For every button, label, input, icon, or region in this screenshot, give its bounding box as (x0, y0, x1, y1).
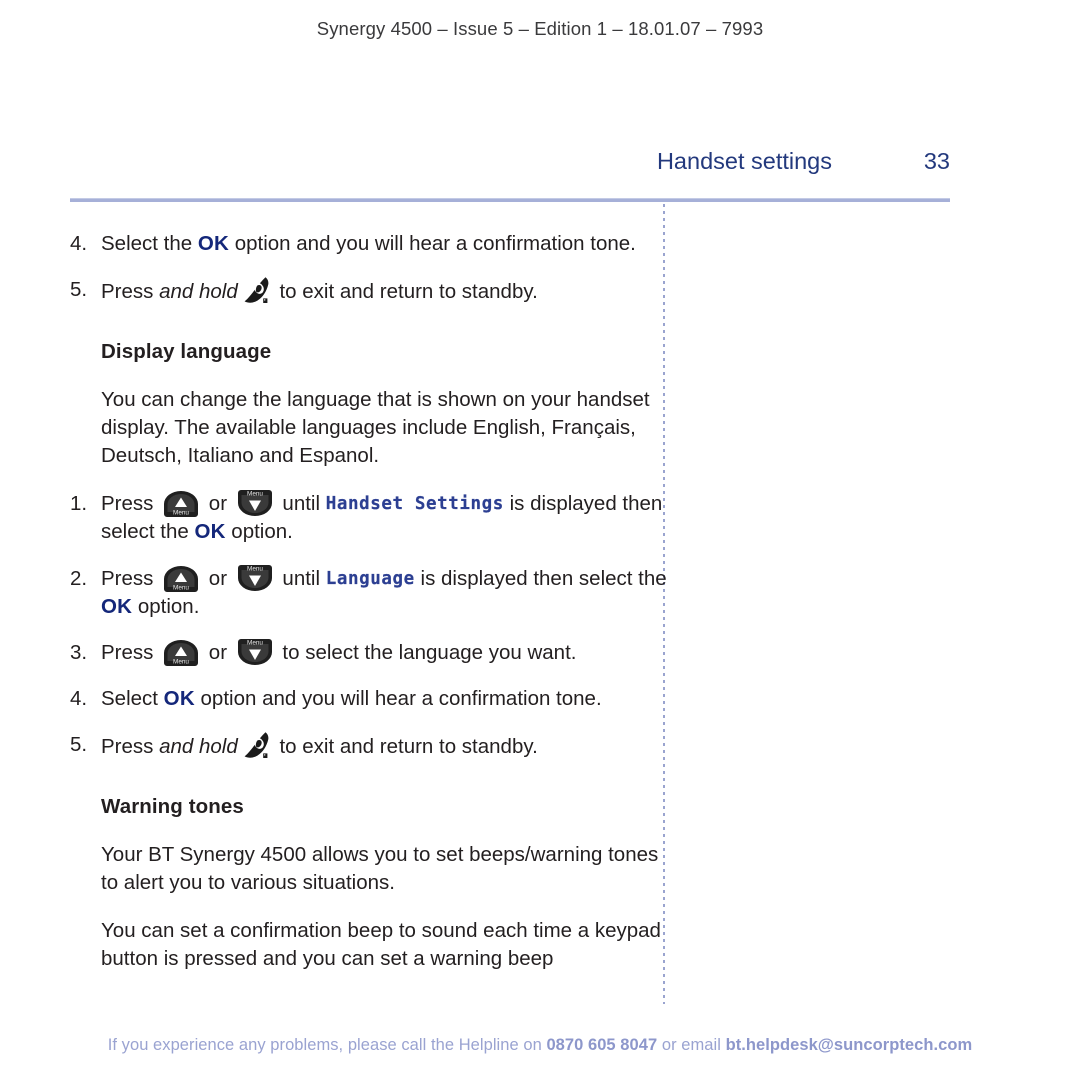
svg-text:Menu: Menu (173, 510, 189, 517)
list-item-number: 4. (70, 686, 88, 710)
footer-helpline-number: 0870 605 8047 (546, 1036, 658, 1054)
list-item-text: or (203, 640, 233, 664)
list-item-text: Press (101, 280, 160, 304)
ok-option-label: OK (194, 520, 226, 544)
list-item-text-tail: option and you will hear a confirmation … (229, 232, 636, 255)
list-item-text: or (203, 566, 233, 590)
ok-option-label: OK (101, 594, 133, 618)
list-item-text: until (276, 566, 326, 590)
list-item: 2. Press Menu or Menu until Language is d… (70, 564, 670, 621)
menu-up-key-icon: Menu (161, 490, 201, 518)
footer-text-mid: or email (657, 1036, 726, 1054)
list-item-text-tail: to exit and return to standby. (273, 280, 538, 304)
svg-text:Menu: Menu (173, 658, 189, 665)
list-item: 1. Press Menu or Menu until Handset Setti… (70, 490, 670, 546)
list-item-text: Press (101, 734, 160, 758)
lcd-display-text: Handset Settings (325, 494, 504, 515)
list-item: 5. Press and hold to exit and return to s… (70, 276, 670, 306)
list-item-text-tail: to select the language you want. (276, 640, 577, 664)
and-hold-emphasis: and hold (159, 280, 238, 304)
page-title: Handset settings (656, 148, 832, 174)
svg-text:Menu: Menu (247, 639, 263, 646)
hangup-key-icon (243, 276, 271, 306)
section-header-row: Handset settings 33 (70, 148, 950, 182)
list-item-text-tail: option. (132, 594, 200, 618)
list-item: 3. Press Menu or Menu to select the langu… (70, 638, 670, 667)
ok-option-label: OK (163, 686, 195, 710)
paragraph-warning-tones-2: You can set a confirmation beep to sound… (101, 919, 661, 971)
svg-text:Menu: Menu (173, 584, 189, 591)
section-heading-display-language: Display language (101, 340, 272, 364)
list-item-text-tail: to exit and return to standby. (273, 734, 538, 758)
list-item-number: 1. (70, 492, 88, 516)
list-item-text: Press (101, 640, 160, 664)
list-item: 4. Select the OK option and you will hear… (70, 230, 670, 258)
list-item-text: Select (101, 686, 164, 710)
list-item-number: 3. (70, 640, 88, 664)
list-item-text: Select the (101, 232, 198, 255)
list-item-number: 2. (70, 566, 88, 590)
list-item-text: Press (101, 566, 160, 590)
list-item-text: is displayed then select the (414, 566, 667, 590)
paragraph-display-language-intro: You can change the language that is show… (101, 388, 650, 468)
list-item: 4. Select OK option and you will hear a c… (70, 685, 670, 713)
running-header: Synergy 4500 – Issue 5 – Edition 1 – 18.… (316, 18, 764, 39)
list-item-text: Press (101, 492, 160, 516)
list-item-text: until (276, 492, 326, 516)
list-item-number: 5. (70, 278, 88, 302)
list-item-number: 5. (70, 732, 88, 756)
page-footer: If you experience any problems, please c… (0, 1036, 1080, 1055)
section-heading-warning-tones: Warning tones (101, 794, 244, 818)
hangup-key-icon (243, 731, 271, 761)
menu-up-key-icon: Menu (161, 639, 201, 666)
menu-down-key-icon: Menu (235, 638, 275, 666)
header-divider-rule (70, 198, 950, 202)
footer-helpdesk-email: bt.helpdesk@suncorptech.com (725, 1036, 973, 1054)
lcd-display-text: Language (325, 568, 415, 589)
and-hold-emphasis: and hold (159, 734, 238, 758)
list-item: 5. Press and hold to exit and return to s… (70, 731, 670, 761)
menu-up-key-icon: Menu (161, 565, 201, 592)
page-number: 33 (923, 148, 950, 174)
svg-text:Menu: Menu (247, 565, 263, 572)
main-text-column: 4. Select the OK option and you will hear… (70, 230, 670, 993)
ok-option-label: OK (197, 232, 230, 255)
svg-text:Menu: Menu (247, 491, 263, 498)
paragraph-warning-tones-1: Your BT Synergy 4500 allows you to set b… (101, 842, 659, 895)
list-item-text-tail: option. (225, 520, 293, 544)
list-item-number: 4. (70, 232, 88, 255)
list-item-text-tail: option and you will hear a confirmation … (194, 686, 602, 710)
list-item-text: or (203, 492, 233, 516)
footer-text-lead: If you experience any problems, please c… (107, 1036, 547, 1054)
menu-down-key-icon: Menu (235, 564, 275, 592)
menu-down-key-icon: Menu (235, 490, 275, 517)
